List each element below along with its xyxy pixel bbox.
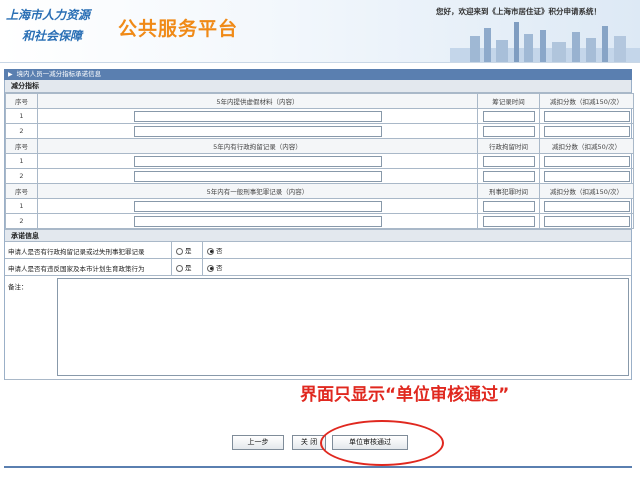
radio-no-label: 否 <box>216 247 223 255</box>
deduct-score-input[interactable] <box>543 215 630 227</box>
promise-question: 申请人是否有违反国家及本市计划生育政策行为 <box>8 265 145 273</box>
radio-unchecked-icon[interactable] <box>176 247 183 255</box>
deduct-heading: 减分指标 <box>5 80 631 93</box>
row-number: 1 <box>5 108 38 124</box>
detention-content-input[interactable] <box>133 155 382 167</box>
deduct-score-input[interactable] <box>543 110 630 122</box>
table-row: 1 <box>5 153 634 169</box>
false-material-content-input[interactable] <box>133 110 382 122</box>
table-row: 2 <box>5 213 634 229</box>
radio-no[interactable]: 否 <box>207 245 223 255</box>
table-header-row: 序号 5年内提供虚假材料（内容） 筹记录时间 减扣分数（扣减150/次） <box>5 93 634 109</box>
table-row: 1 <box>5 198 634 214</box>
table-row: 2 <box>5 168 634 184</box>
row-number: 1 <box>5 198 38 214</box>
criminal-time-input[interactable] <box>482 215 535 227</box>
annotation-callout: 界面只显示“单位审核通过” <box>300 385 510 405</box>
deduct-score-input[interactable] <box>543 125 630 137</box>
deduct-score-input[interactable] <box>543 170 630 182</box>
radio-yes-label: 是 <box>185 264 192 272</box>
row-number: 2 <box>5 168 38 184</box>
col-header-content: 5年内提供虚假材料（内容） <box>37 93 478 109</box>
section-title-bar: ▶ 境内人员一减分指标承诺信息 <box>4 69 632 80</box>
divider <box>171 242 172 258</box>
col-header-no: 序号 <box>5 183 38 199</box>
divider <box>171 259 172 275</box>
col-header-no: 序号 <box>5 138 38 154</box>
promise-row-family-planning: 申请人是否有违反国家及本市计划生育政策行为 是 否 <box>5 259 631 276</box>
deduction-form: 减分指标 序号 5年内提供虚假材料（内容） 筹记录时间 减扣分数（扣减150/次… <box>4 80 634 380</box>
deduct-table: 序号 5年内提供虚假材料（内容） 筹记录时间 减扣分数（扣减150/次） 1 2… <box>5 93 634 229</box>
radio-yes[interactable]: 是 <box>176 245 192 255</box>
divider <box>202 259 203 275</box>
radio-checked-icon[interactable] <box>207 247 214 255</box>
radio-yes[interactable]: 是 <box>176 262 192 272</box>
record-time-input[interactable] <box>482 125 535 137</box>
promise-heading: 承诺信息 <box>5 229 631 242</box>
detention-time-input[interactable] <box>482 155 535 167</box>
col-header-score: 减扣分数（扣减50/次） <box>539 138 634 154</box>
col-header-content: 5年内有行政拘留记录（内容） <box>37 138 478 154</box>
promise-row-detention: 申请人是否有行政拘留记录或过失刑事犯罪记录 是 否 <box>5 242 631 259</box>
radio-checked-icon[interactable] <box>207 264 214 272</box>
detention-content-input[interactable] <box>133 170 382 182</box>
table-header-row: 序号 5年内有行政拘留记录（内容） 行政拘留时间 减扣分数（扣减50/次） <box>5 138 634 154</box>
footer-divider <box>4 466 632 468</box>
portal-title: 公共服务平台 <box>118 18 239 40</box>
criminal-record-content-input[interactable] <box>133 200 382 212</box>
col-header-score: 减扣分数（扣减150/次） <box>539 93 634 109</box>
table-row: 1 <box>5 108 634 124</box>
deduct-score-input[interactable] <box>543 200 630 212</box>
row-number: 2 <box>5 213 38 229</box>
org-name-line2: 和社会保障 <box>22 29 83 43</box>
radio-yes-label: 是 <box>185 247 192 255</box>
col-header-content: 5年内有一般刑事犯罪记录（内容） <box>37 183 478 199</box>
table-header-row: 序号 5年内有一般刑事犯罪记录（内容） 刑事犯罪时间 减扣分数（扣减150/次） <box>5 183 634 199</box>
welcome-message: 您好，欢迎来到《上海市居住证》积分申请系统！ <box>436 7 601 16</box>
criminal-record-content-input[interactable] <box>133 215 382 227</box>
section-title: 境内人员一减分指标承诺信息 <box>16 70 102 78</box>
highlight-circle <box>320 420 444 466</box>
button-row: 上一步 关 闭 单位审核通过 <box>4 432 632 452</box>
row-number: 2 <box>5 123 38 139</box>
col-header-no: 序号 <box>5 93 38 109</box>
remark-row: 备注： <box>5 276 631 380</box>
deduct-score-input[interactable] <box>543 155 630 167</box>
col-header-time: 行政拘留时间 <box>477 138 540 154</box>
col-header-score: 减扣分数（扣减150/次） <box>539 183 634 199</box>
org-name-line1: 上海市人力资源 <box>6 8 91 22</box>
remark-label: 备注： <box>8 283 28 291</box>
page-header: 上海市人力资源 和社会保障 公共服务平台 您好，欢迎来到《上海市居住证》积分申请… <box>0 0 640 63</box>
col-header-time: 筹记录时间 <box>477 93 540 109</box>
caret-right-icon: ▶ <box>8 71 13 78</box>
record-time-input[interactable] <box>482 110 535 122</box>
row-number: 1 <box>5 153 38 169</box>
radio-unchecked-icon[interactable] <box>176 264 183 272</box>
false-material-content-input[interactable] <box>133 125 382 137</box>
table-row: 2 <box>5 123 634 139</box>
prev-step-button[interactable]: 上一步 <box>232 435 284 450</box>
remark-textarea[interactable] <box>57 278 629 376</box>
col-header-time: 刑事犯罪时间 <box>477 183 540 199</box>
city-skyline-image <box>450 22 640 62</box>
promise-question: 申请人是否有行政拘留记录或过失刑事犯罪记录 <box>8 248 145 256</box>
divider <box>202 242 203 258</box>
radio-no-label: 否 <box>216 264 223 272</box>
detention-time-input[interactable] <box>482 170 535 182</box>
org-logo: 上海市人力资源 和社会保障 <box>6 6 110 44</box>
radio-no[interactable]: 否 <box>207 262 223 272</box>
criminal-time-input[interactable] <box>482 200 535 212</box>
